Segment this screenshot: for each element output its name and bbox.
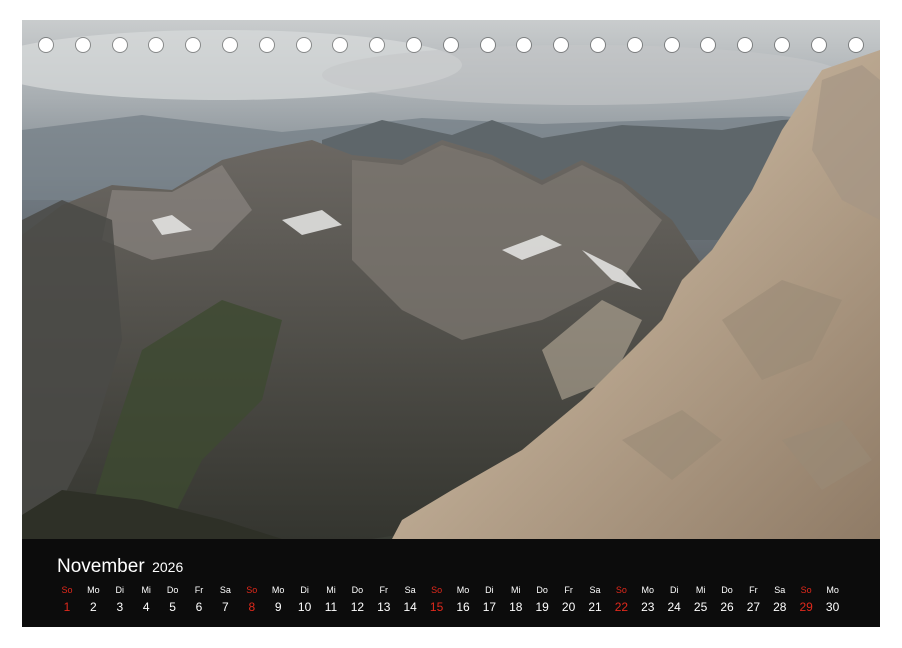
day-number: 22: [614, 600, 629, 614]
day-number: 18: [509, 600, 523, 614]
day-number: 25: [693, 600, 708, 614]
day-number: 16: [456, 600, 470, 614]
weekday-label: Mi: [326, 585, 336, 595]
calendar-page: November 2026 So Mo Di Mi Do Fr Sa So Mo Di Mi Do Fr…: [22, 20, 880, 627]
binding-hole: [554, 38, 569, 52]
year-label: 2026: [152, 559, 184, 575]
day-number: 11: [324, 600, 338, 614]
day-number: 21: [588, 600, 602, 614]
weekday-label: So: [615, 585, 627, 595]
weekday-row: So Mo Di Mi Do Fr Sa So Mo Di Mi Do Fr Sa So Mo Di Mi Do Fr…: [54, 585, 854, 599]
weekday-label: So: [800, 585, 812, 595]
calendar-title: November 2026: [57, 556, 183, 578]
binding-hole: [370, 38, 385, 52]
binding-hole: [775, 38, 789, 52]
month-label: November: [57, 556, 145, 577]
binding-hole: [333, 38, 348, 52]
binding-hole: [591, 38, 605, 52]
binding-hole: [480, 38, 495, 52]
day-number: 24: [667, 600, 681, 614]
binding-hole: [627, 38, 642, 52]
day-number: 20: [561, 600, 576, 614]
weekday-label: Sa: [404, 585, 416, 595]
mountain-photo: [22, 20, 880, 539]
binding-hole: [443, 38, 458, 52]
weekday-label: So: [61, 585, 73, 595]
binding-hole: [701, 38, 716, 52]
weekday-label: Sa: [589, 585, 601, 595]
day-number: 3: [116, 600, 124, 614]
weekday-label: Do: [351, 585, 364, 595]
weekday-label: Mo: [456, 585, 470, 595]
weekday-label: Sa: [774, 585, 786, 595]
weekday-label: Fr: [564, 585, 573, 595]
binding-hole: [296, 38, 311, 52]
day-number: 14: [403, 600, 417, 614]
binding-hole: [811, 38, 826, 52]
weekday-label: Fr: [194, 585, 204, 595]
weekday-label: Mo: [641, 585, 655, 595]
weekday-label: Mo: [271, 585, 285, 595]
day-number: 1: [63, 600, 71, 614]
weekday-label: Mi: [511, 585, 521, 595]
weekday-label: Do: [536, 585, 548, 595]
day-number: 10: [297, 600, 312, 614]
binding-hole: [223, 38, 237, 52]
day-number: 27: [746, 600, 761, 614]
binding-hole: [112, 38, 127, 52]
day-number: 29: [799, 600, 813, 614]
binding-hole: [149, 38, 164, 52]
day-number: 19: [535, 600, 549, 614]
day-number: 6: [195, 600, 203, 614]
binding-hole: [259, 38, 274, 52]
binding-hole: [848, 38, 863, 52]
weekday-label: Fr: [379, 585, 389, 595]
binding-hole: [407, 38, 421, 52]
day-number: 7: [222, 600, 229, 614]
weekday-label: Mo: [87, 585, 100, 595]
day-number: 13: [377, 600, 391, 614]
day-number: 28: [773, 600, 787, 614]
day-number: 12: [350, 600, 365, 614]
day-number: 23: [641, 600, 655, 614]
weekday-label: Di: [115, 585, 125, 595]
binding-hole: [186, 38, 201, 52]
weekday-label: So: [246, 585, 258, 595]
binding-hole: [39, 38, 53, 52]
day-number: 8: [248, 600, 256, 614]
day-number: 2: [90, 600, 97, 614]
date-row: 1 2 3 4 5 6 7 8 9 10 11 12 13 14 15 16 17 18 19 20 21 22 23 24 2…: [54, 600, 854, 614]
day-number: 5: [169, 600, 176, 614]
day-number: 9: [274, 600, 282, 614]
weekday-label: Di: [485, 585, 494, 595]
binding-hole: [664, 38, 679, 52]
binding-hole: [738, 38, 753, 52]
calendar-band: November 2026 So Mo Di Mi Do Fr Sa So Mo Di Mi Do Fr…: [22, 539, 880, 627]
weekday-label: Sa: [219, 585, 231, 595]
binding-hole: [75, 38, 90, 52]
weekday-label: So: [431, 585, 443, 595]
day-number: 15: [429, 600, 444, 614]
weekday-label: Mi: [695, 585, 706, 595]
day-number: 30: [825, 600, 840, 614]
weekday-label: Do: [166, 585, 179, 595]
day-number: 26: [720, 600, 734, 614]
weekday-label: Fr: [749, 585, 758, 595]
day-number: 4: [142, 600, 150, 614]
day-number: 17: [482, 600, 497, 614]
mountain-landscape-image: [22, 20, 880, 539]
binding-holes: [22, 38, 880, 58]
weekday-label: Di: [300, 585, 309, 595]
weekday-label: Mo: [826, 585, 839, 595]
weekday-label: Do: [721, 585, 733, 595]
binding-hole: [517, 38, 532, 52]
weekday-label: Di: [669, 585, 679, 595]
weekday-label: Mi: [141, 585, 151, 595]
